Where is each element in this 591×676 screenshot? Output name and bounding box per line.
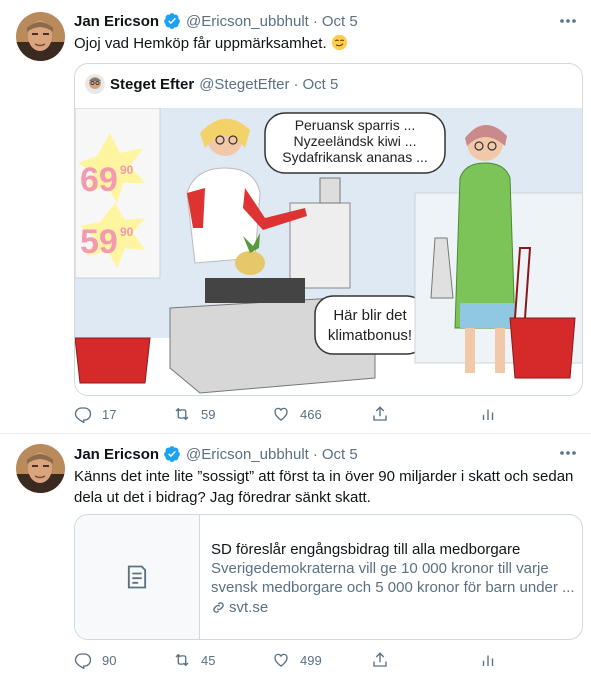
reply-icon (74, 653, 92, 669)
link-card-thumbnail (75, 515, 200, 639)
link-card[interactable]: SD föreslår engångsbidrag till alla medb… (74, 514, 583, 640)
speech-bubble-2-line-1: Här blir det (333, 307, 407, 324)
speech-bubble-line-2: Nyzeeländsk kiwi ... (294, 133, 417, 149)
link-card-description: Sverigedemokraterna vill ge 10 000 krono… (211, 560, 575, 596)
heart-icon (274, 407, 288, 421)
tweet[interactable]: Jan Ericson @Ericson_ubbhult · Oct 5 Ojo… (0, 0, 591, 434)
quoted-author-name: Steget Efter (110, 75, 195, 93)
quoted-tweet[interactable]: Steget Efter @StegetEfter · Oct 5 69 90 … (74, 63, 583, 396)
like-count: 499 (300, 652, 322, 668)
analytics-button[interactable] (479, 404, 507, 424)
avatar[interactable] (16, 12, 65, 61)
analytics-icon (482, 409, 494, 420)
more-options-icon[interactable] (557, 12, 579, 30)
share-button[interactable] (371, 404, 399, 424)
quoted-tweet-header: Steget Efter @StegetEfter · Oct 5 (85, 74, 338, 94)
like-button[interactable]: 499 (272, 650, 322, 670)
article-icon (127, 565, 147, 589)
link-card-domain: svt.se (211, 598, 576, 617)
retweet-icon (175, 653, 189, 667)
verified-badge-icon (164, 446, 180, 462)
verified-badge-icon (164, 13, 180, 29)
tweet-timestamp[interactable]: Oct 5 (322, 446, 358, 463)
heart-icon (274, 653, 288, 667)
reply-count: 90 (102, 652, 117, 668)
speech-bubble-2-line-2: klimatbonus! (328, 327, 412, 344)
tweet-actions: 17 59 466 (74, 404, 579, 424)
tweet-header: Jan Ericson @Ericson_ubbhult · Oct 5 (74, 444, 358, 464)
cartoon-image[interactable]: 69 90 59 90 Peruansk sparris ... Nyzeelä… (75, 108, 583, 396)
tweet[interactable]: Jan Ericson @Ericson_ubbhult · Oct 5 Kän… (0, 434, 591, 676)
tweet-timestamp[interactable]: Oct 5 (322, 13, 358, 30)
link-card-body: SD föreslår engångsbidrag till alla medb… (211, 540, 576, 617)
tweet-actions: 90 45 499 (74, 650, 579, 670)
price-tag-1: 69 (80, 161, 118, 199)
more-options-icon[interactable] (557, 444, 579, 462)
retweet-button[interactable]: 59 (173, 404, 215, 424)
like-button[interactable]: 466 (272, 404, 322, 424)
tweet-text-content: Ojoj vad Hemköp får uppmärksamhet. (74, 35, 327, 52)
reply-icon (74, 407, 92, 423)
tweet-text: Ojoj vad Hemköp får uppmärksamhet. (74, 33, 579, 54)
retweet-count: 59 (201, 406, 216, 422)
link-icon (213, 602, 224, 613)
reply-button[interactable]: 17 (74, 404, 116, 424)
quoted-timestamp: Oct 5 (302, 75, 339, 93)
author-name[interactable]: Jan Ericson (74, 13, 159, 30)
speech-bubble-line-1: Peruansk sparris ... (295, 117, 416, 133)
tweet-header: Jan Ericson @Ericson_ubbhult · Oct 5 (74, 11, 358, 31)
tweet-text: Känns det inte lite ”sossigt” att först … (74, 468, 574, 506)
retweet-icon (175, 407, 189, 421)
retweet-button[interactable]: 45 (173, 650, 215, 670)
link-card-domain-text: svt.se (229, 599, 269, 616)
reply-button[interactable]: 90 (74, 650, 116, 670)
quoted-author-handle: @StegetEfter (199, 75, 290, 93)
share-icon (373, 406, 387, 421)
separator-dot: · (312, 445, 318, 463)
speech-bubble-line-3: Sydafrikansk ananas ... (282, 149, 428, 165)
analytics-icon (482, 655, 494, 666)
retweet-count: 45 (201, 652, 216, 668)
share-icon (373, 652, 387, 667)
author-handle[interactable]: @Ericson_ubbhult (186, 13, 309, 30)
author-handle[interactable]: @Ericson_ubbhult (186, 446, 309, 463)
avatar[interactable] (16, 444, 65, 493)
analytics-button[interactable] (479, 650, 507, 670)
price-tag-1-cents: 90 (120, 163, 134, 177)
smirk-emoji-icon (331, 34, 347, 51)
like-count: 466 (300, 406, 322, 422)
author-name[interactable]: Jan Ericson (74, 446, 159, 463)
share-button[interactable] (371, 650, 399, 670)
quoted-avatar (85, 74, 105, 94)
reply-count: 17 (102, 406, 117, 422)
separator-dot: · (293, 75, 299, 93)
separator-dot: · (312, 12, 318, 30)
price-tag-2: 59 (80, 223, 118, 261)
price-tag-2-cents: 90 (120, 225, 134, 239)
link-card-title: SD föreslår engångsbidrag till alla medb… (211, 541, 521, 558)
